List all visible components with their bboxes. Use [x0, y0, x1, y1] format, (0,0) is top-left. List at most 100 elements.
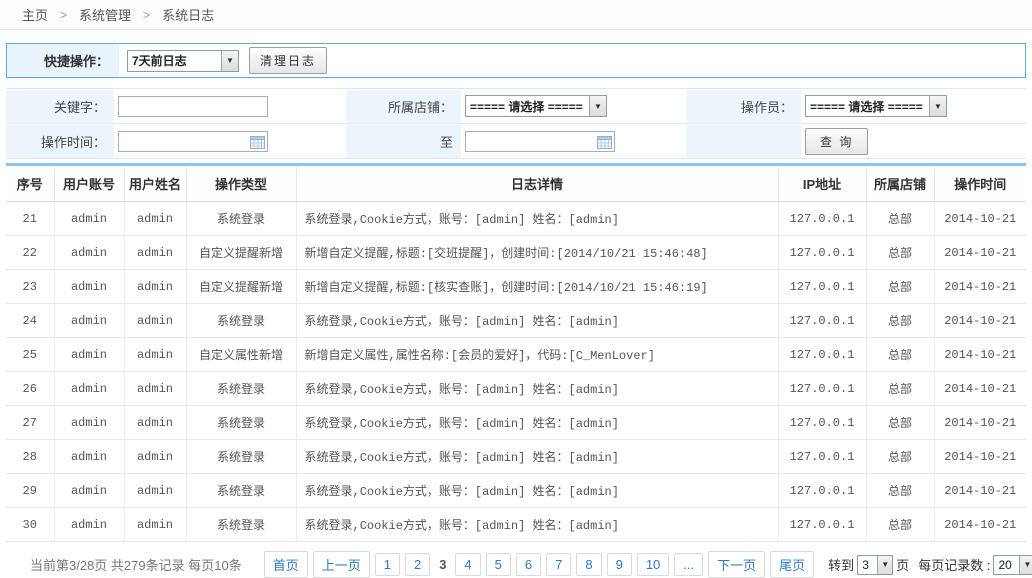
calendar-icon[interactable]: [250, 135, 265, 149]
column-header-account: 用户账号: [54, 165, 124, 202]
table-cell: admin: [54, 236, 124, 270]
breadcrumb-current-page: 系统日志: [162, 5, 214, 24]
filter-spacer-cell: [686, 125, 801, 158]
table-cell: 总部: [866, 304, 934, 338]
pagination-page[interactable]: 4: [455, 553, 480, 576]
table-cell: 系统登录,Cookie方式，账号：[admin] 姓名：[admin]: [296, 304, 778, 338]
table-cell: 2014-10-21: [934, 304, 1026, 338]
pagination-page[interactable]: 9: [607, 553, 632, 576]
operator-select[interactable]: ===== 请选择 ===== ▼: [805, 95, 947, 117]
table-cell: 系统登录: [186, 202, 296, 236]
keyword-input[interactable]: [118, 96, 268, 117]
table-cell: 23: [6, 270, 54, 304]
chevron-down-icon: ▼: [1019, 556, 1032, 574]
table-cell: 系统登录: [186, 508, 296, 542]
table-row: 25adminadmin自定义属性新增新增自定义属性,属性名称:[会员的爱好]，…: [6, 338, 1026, 372]
breadcrumb-home[interactable]: 主页: [22, 5, 48, 24]
table-row: 26adminadmin系统登录系统登录,Cookie方式，账号：[admin]…: [6, 372, 1026, 406]
time-to-label: 至: [346, 125, 461, 158]
pagination-prev[interactable]: 上一页: [313, 551, 370, 578]
table-row: 24adminadmin系统登录系统登录,Cookie方式，账号：[admin]…: [6, 304, 1026, 338]
table-cell: admin: [54, 440, 124, 474]
goto-page-select[interactable]: 3 ▼: [857, 555, 893, 575]
log-table: 序号 用户账号 用户姓名 操作类型 日志详情 IP地址 所属店铺 操作时间 21…: [6, 163, 1026, 542]
table-cell: 自定义属性新增: [186, 338, 296, 372]
table-cell: 127.0.0.1: [778, 270, 866, 304]
table-cell: 系统登录,Cookie方式，账号：[admin] 姓名：[admin]: [296, 474, 778, 508]
table-cell: 系统登录,Cookie方式，账号：[admin] 姓名：[admin]: [296, 202, 778, 236]
column-header-username: 用户姓名: [124, 165, 186, 202]
time-from-input[interactable]: [118, 131, 268, 152]
table-cell: 24: [6, 304, 54, 338]
table-cell: 127.0.0.1: [778, 406, 866, 440]
table-cell: admin: [54, 338, 124, 372]
column-header-index: 序号: [6, 165, 54, 202]
pagination-page[interactable]: 10: [637, 553, 669, 576]
table-cell: 总部: [866, 270, 934, 304]
filter-row-2: 操作时间： 至: [6, 124, 1026, 159]
filter-panel: 关键字： 所属店铺： ===== 请选择 ===== ▼ 操作员： ===== …: [6, 88, 1026, 159]
table-cell: 127.0.0.1: [778, 236, 866, 270]
operator-select-value: ===== 请选择 =====: [806, 98, 929, 115]
table-cell: 总部: [866, 406, 934, 440]
table-cell: admin: [124, 474, 186, 508]
table-cell: 127.0.0.1: [778, 338, 866, 372]
pagination-page[interactable]: 2: [405, 553, 430, 576]
column-header-ip: IP地址: [778, 165, 866, 202]
table-cell: admin: [54, 202, 124, 236]
table-cell: 总部: [866, 338, 934, 372]
breadcrumb-system-management[interactable]: 系统管理: [79, 5, 131, 24]
pagination-page[interactable]: 5: [486, 553, 511, 576]
shop-label: 所属店铺：: [346, 90, 461, 123]
pagination-summary: 当前第3/28页 共279条记录 每页10条: [30, 555, 242, 574]
time-to-input[interactable]: [465, 131, 615, 152]
pagination-page[interactable]: 7: [546, 553, 571, 576]
quick-action-label: 快捷操作：: [7, 44, 119, 77]
table-cell: 2014-10-21: [934, 474, 1026, 508]
table-cell: 2014-10-21: [934, 406, 1026, 440]
table-cell: 总部: [866, 372, 934, 406]
filter-row-1: 关键字： 所属店铺： ===== 请选择 ===== ▼ 操作员： ===== …: [6, 89, 1026, 124]
table-cell: 127.0.0.1: [778, 474, 866, 508]
table-cell: 总部: [866, 440, 934, 474]
table-cell: 新增自定义提醒,标题:[核实查账]，创建时间:[2014/10/21 15:46…: [296, 270, 778, 304]
log-age-select[interactable]: 7天前日志 ▼: [127, 50, 239, 72]
goto-label: 转到: [828, 555, 854, 574]
column-header-time: 操作时间: [934, 165, 1026, 202]
pagination-page[interactable]: 8: [576, 553, 601, 576]
table-cell: 29: [6, 474, 54, 508]
pagination-last[interactable]: 尾页: [770, 551, 814, 578]
pagination-next[interactable]: 下一页: [708, 551, 765, 578]
table-cell: admin: [124, 236, 186, 270]
table-cell: 26: [6, 372, 54, 406]
shop-select[interactable]: ===== 请选择 ===== ▼: [465, 95, 607, 117]
table-cell: 系统登录,Cookie方式，账号：[admin] 姓名：[admin]: [296, 440, 778, 474]
log-age-select-value: 7天前日志: [128, 52, 221, 69]
table-cell: admin: [54, 508, 124, 542]
pagination-ellipsis[interactable]: ...: [674, 553, 703, 576]
table-cell: 2014-10-21: [934, 372, 1026, 406]
chevron-down-icon: ▼: [877, 556, 892, 574]
clean-logs-button[interactable]: 清理日志: [249, 47, 327, 74]
table-cell: 系统登录: [186, 474, 296, 508]
table-cell: 127.0.0.1: [778, 372, 866, 406]
table-cell: 2014-10-21: [934, 338, 1026, 372]
table-cell: admin: [54, 406, 124, 440]
pagination-bar: 当前第3/28页 共279条记录 每页10条 首页 上一页 1234567891…: [6, 551, 1026, 578]
table-cell: 系统登录: [186, 304, 296, 338]
table-cell: admin: [124, 270, 186, 304]
pagination-right-controls: 转到 3 ▼ 页 每页记录数 : 20 ▼: [828, 555, 1032, 575]
table-cell: admin: [124, 338, 186, 372]
table-cell: 28: [6, 440, 54, 474]
calendar-icon[interactable]: [597, 135, 612, 149]
pagination-first[interactable]: 首页: [264, 551, 308, 578]
column-header-op-type: 操作类型: [186, 165, 296, 202]
table-cell: 2014-10-21: [934, 236, 1026, 270]
table-cell: 27: [6, 406, 54, 440]
search-button[interactable]: 查 询: [805, 128, 868, 155]
page-size-select[interactable]: 20 ▼: [993, 555, 1032, 575]
pagination-page[interactable]: 6: [516, 553, 541, 576]
table-cell: admin: [124, 508, 186, 542]
table-cell: admin: [124, 304, 186, 338]
pagination-page[interactable]: 1: [375, 553, 400, 576]
